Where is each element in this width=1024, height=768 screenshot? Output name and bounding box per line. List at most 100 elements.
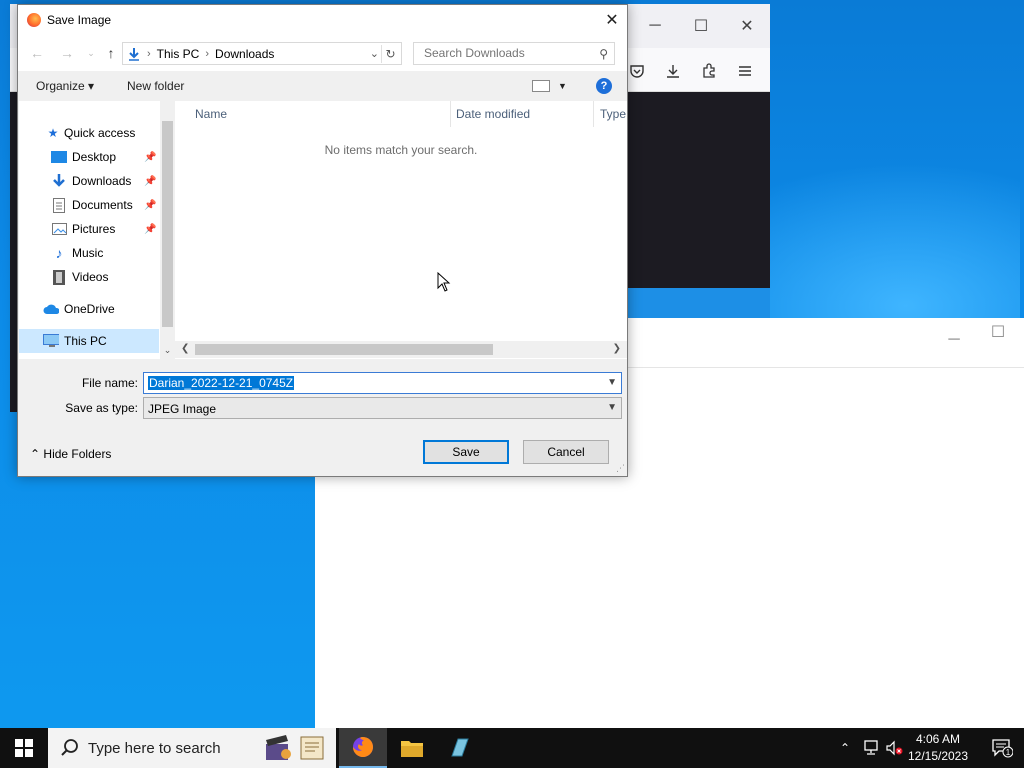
desktop-folder-icon: [51, 149, 67, 165]
downloads-icon[interactable]: [660, 58, 686, 84]
volume-muted-icon[interactable]: [886, 728, 904, 768]
organize-button[interactable]: Organize ▾: [36, 79, 94, 93]
search-box[interactable]: ⚲: [413, 42, 615, 65]
taskbar-search-placeholder: Type here to search: [88, 740, 221, 757]
notepad-icon[interactable]: [298, 734, 328, 762]
address-bar[interactable]: › This PC › Downloads ⌄ ↻: [122, 42, 402, 65]
view-options-icon[interactable]: [532, 80, 550, 92]
download-arrow-icon: [51, 173, 67, 189]
file-name-value[interactable]: Darian_2022-12-21_0745Z: [148, 376, 295, 390]
breadcrumb-downloads[interactable]: Downloads: [215, 47, 274, 61]
menu-icon[interactable]: [732, 58, 758, 84]
clock-date: 12/15/2023: [907, 749, 969, 763]
nav-item-label: Music: [72, 246, 104, 260]
maximize-button[interactable]: ☐: [975, 310, 1021, 354]
back-arrow-icon[interactable]: ←: [28, 44, 46, 62]
close-button[interactable]: ✕: [724, 4, 770, 48]
chevron-down-icon[interactable]: ⌄: [370, 47, 379, 60]
dialog-titlebar: Save Image ✕: [18, 5, 627, 35]
cloud-icon: [43, 301, 59, 317]
chevron-down-icon[interactable]: ▼: [558, 81, 567, 91]
column-header-date-modified[interactable]: Date modified: [456, 107, 530, 121]
save-button[interactable]: Save: [423, 440, 509, 464]
pin-icon: 📌: [144, 223, 157, 235]
firefox-icon: [353, 737, 373, 757]
chevron-up-icon: ⌃: [840, 741, 851, 755]
navigation-pane: ★ Quick access Desktop 📌 Downloads 📌 Doc…: [19, 101, 175, 359]
desktop-reflection: [622, 288, 770, 318]
column-divider[interactable]: [593, 101, 594, 127]
computer-icon: [43, 333, 59, 349]
save-type-value: JPEG Image: [148, 402, 217, 416]
download-arrow-icon: [129, 47, 139, 61]
nav-item-music[interactable]: ♪ Music: [19, 241, 159, 265]
search-input[interactable]: [422, 43, 592, 63]
new-folder-button[interactable]: New folder: [127, 79, 184, 93]
nav-item-label: OneDrive: [64, 302, 115, 316]
resize-grip-icon[interactable]: ⋰: [616, 463, 625, 474]
column-header-type[interactable]: Type: [600, 107, 626, 121]
picture-icon: [51, 221, 67, 237]
search-icon: ⚲: [599, 47, 608, 61]
column-header-name[interactable]: Name: [195, 107, 227, 121]
taskbar-search-box[interactable]: Type here to search: [48, 728, 336, 768]
navigation-bar: ← → ⌄ ↑ › This PC › Downloads ⌄ ↻ ⚲: [18, 35, 627, 71]
app-icon: [451, 738, 469, 757]
refresh-icon[interactable]: ↻: [381, 45, 399, 63]
nav-item-quick-access[interactable]: ★ Quick access: [19, 121, 159, 145]
dialog-title: Save Image: [47, 13, 112, 27]
column-divider[interactable]: [450, 101, 451, 127]
nav-item-label: Pictures: [72, 222, 116, 236]
nav-item-downloads[interactable]: Downloads 📌: [19, 169, 159, 193]
nav-item-label: Documents: [72, 198, 133, 212]
horizontal-scrollbar[interactable]: ❮ ❯: [175, 341, 627, 358]
notification-icon: 1: [992, 739, 1013, 758]
empty-message: No items match your search.: [324, 143, 478, 157]
minimize-button[interactable]: ─: [632, 4, 678, 48]
taskbar-app[interactable]: [436, 728, 484, 768]
start-button[interactable]: [0, 728, 48, 768]
clapperboard-icon[interactable]: [262, 732, 294, 764]
nav-item-label: Quick access: [64, 126, 136, 140]
save-type-select[interactable]: JPEG Image ▼: [143, 397, 622, 419]
nav-item-desktop[interactable]: Desktop 📌: [19, 145, 159, 169]
forward-arrow-icon[interactable]: →: [58, 44, 76, 62]
chevron-down-icon[interactable]: ▼: [607, 402, 617, 413]
nav-item-videos[interactable]: Videos: [19, 265, 159, 289]
nav-item-this-pc[interactable]: This PC: [19, 329, 159, 353]
scrollbar-thumb[interactable]: [195, 344, 493, 355]
file-name-label: File name:: [81, 376, 138, 390]
film-icon: [51, 269, 67, 285]
nav-scrollbar[interactable]: ⌄: [160, 101, 175, 359]
pin-icon: 📌: [144, 199, 157, 211]
chevron-up-icon: ⌃: [30, 447, 41, 461]
show-hidden-icons[interactable]: ⌃: [840, 728, 850, 768]
maximize-button[interactable]: ☐: [678, 4, 724, 48]
nav-item-onedrive[interactable]: OneDrive: [19, 297, 159, 321]
minimize-button[interactable]: ─: [931, 318, 977, 362]
close-button[interactable]: ✕: [597, 5, 627, 35]
breadcrumb-separator: ›: [147, 47, 151, 60]
chevron-down-icon[interactable]: ▼: [607, 377, 617, 388]
system-clock[interactable]: 4:06 AM 12/15/2023: [904, 731, 972, 765]
help-icon[interactable]: ?: [596, 78, 612, 94]
scrollbar-thumb[interactable]: [162, 121, 173, 327]
chevron-right-icon[interactable]: ❯: [613, 343, 621, 354]
notification-center-button[interactable]: 1: [980, 728, 1024, 768]
network-icon[interactable]: [862, 728, 880, 768]
file-name-field[interactable]: Darian_2022-12-21_0745Z ▼: [143, 372, 622, 394]
nav-item-pictures[interactable]: Pictures 📌: [19, 217, 159, 241]
breadcrumb-this-pc[interactable]: This PC: [157, 47, 200, 61]
hide-folders-button[interactable]: ⌃ Hide Folders: [30, 447, 111, 461]
taskbar-firefox[interactable]: [339, 728, 387, 768]
pin-icon: 📌: [144, 175, 157, 187]
cancel-button[interactable]: Cancel: [523, 440, 609, 464]
document-icon: [51, 197, 67, 213]
recent-locations-chevron-icon[interactable]: ⌄: [82, 44, 100, 62]
up-arrow-icon[interactable]: ↑: [102, 44, 120, 62]
nav-item-documents[interactable]: Documents 📌: [19, 193, 159, 217]
chevron-down-icon[interactable]: ⌄: [162, 345, 173, 357]
taskbar-file-explorer[interactable]: [388, 728, 436, 768]
chevron-left-icon[interactable]: ❮: [181, 343, 189, 354]
extensions-icon[interactable]: [696, 58, 722, 84]
